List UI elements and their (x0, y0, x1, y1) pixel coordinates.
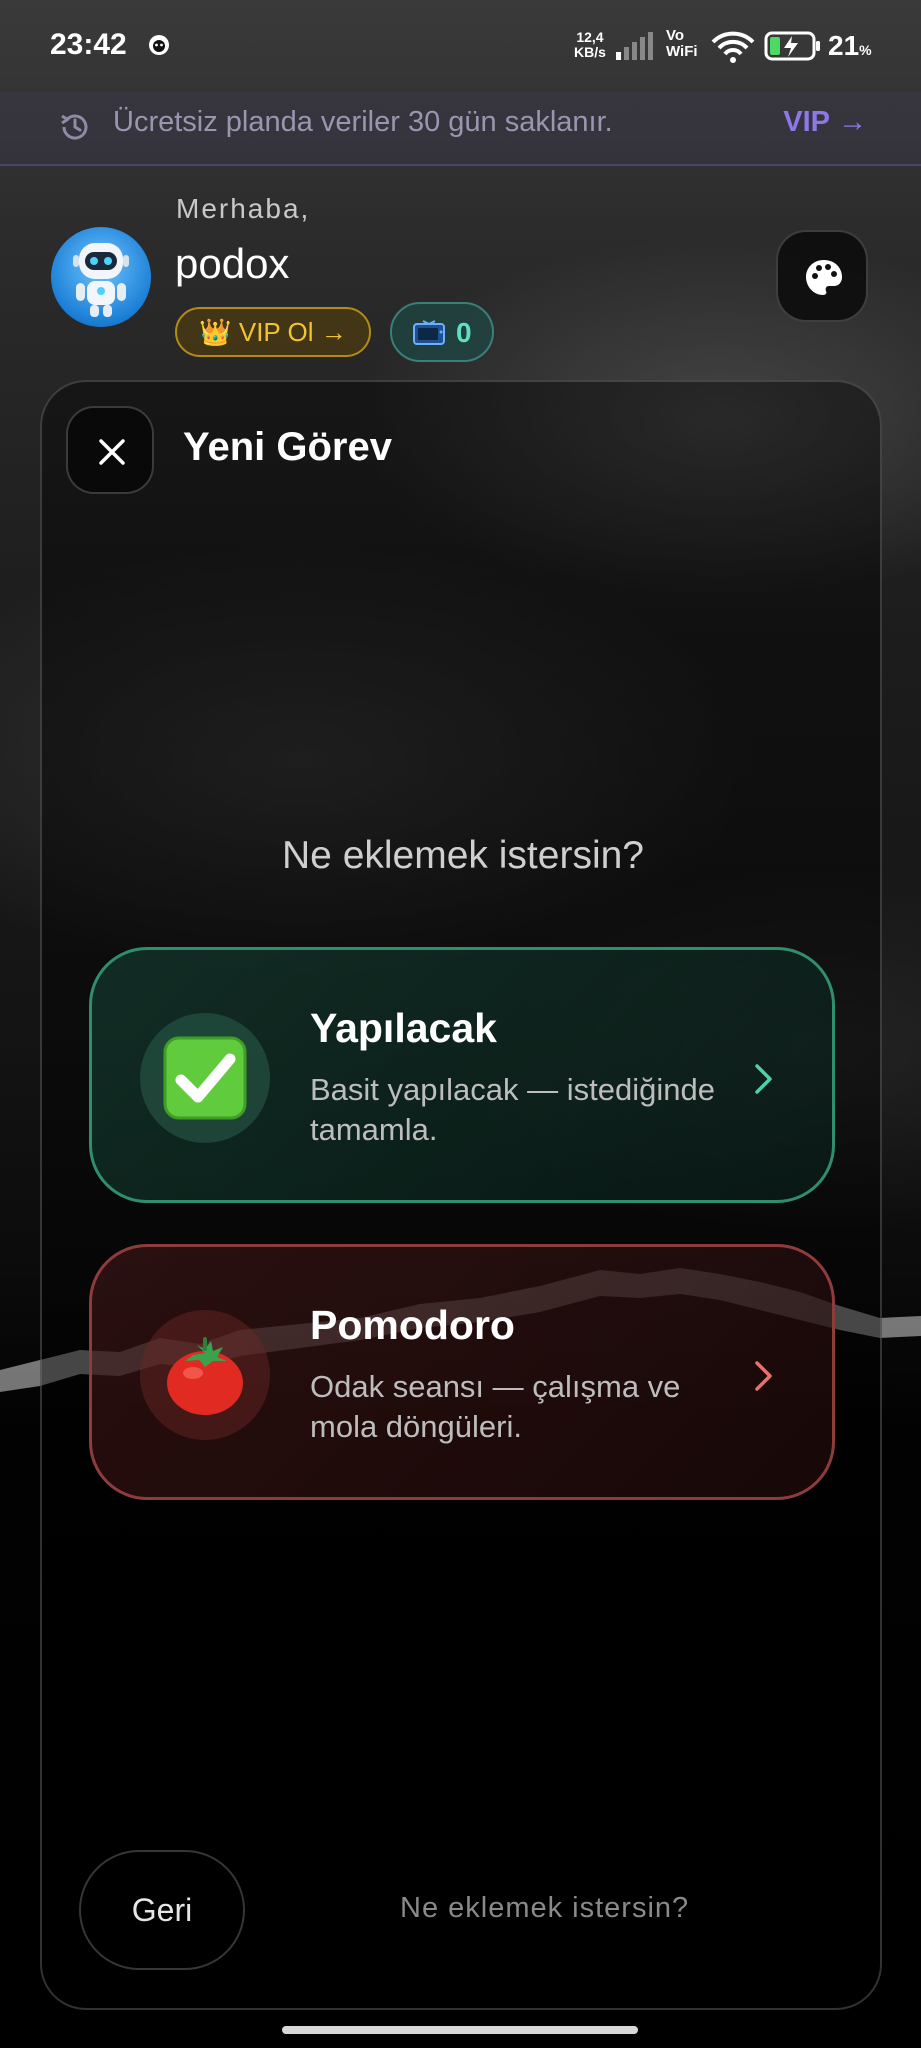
app-notification-icon (149, 35, 169, 55)
close-button[interactable] (66, 406, 154, 494)
todo-title: Yapılacak (310, 1005, 497, 1051)
footer-hint: Ne eklemek istersin? (400, 1892, 690, 1924)
network-speed-value: 12,4 (576, 29, 604, 45)
avatar[interactable] (51, 227, 151, 327)
chevron-right-icon (755, 1064, 772, 1094)
battery-level: 21% (828, 30, 872, 62)
greeting: Merhaba, (176, 193, 311, 224)
vip-upgrade-button[interactable]: 👑 VIP Ol → (175, 307, 371, 357)
pomodoro-icon-badge (140, 1310, 270, 1440)
status-bar: 23:42 12,4 KB/s Vo WiFi 21% (0, 0, 921, 92)
history-icon (61, 114, 88, 140)
pomodoro-title: Pomodoro (310, 1302, 515, 1348)
robot-avatar-icon (73, 243, 129, 317)
todo-description: Basit yapılacak — istediğinde tamamla. (310, 1072, 715, 1147)
back-button[interactable]: Geri (79, 1850, 245, 1970)
tv-icon (413, 320, 445, 345)
vowifi-line1: Vo (666, 27, 685, 44)
vip-badge-label: VIP Ol → (238, 317, 347, 347)
banner-text: Ücretsiz planda veriler 30 gün saklanır. (113, 106, 613, 138)
network-speed-unit: KB/s (574, 44, 606, 60)
home-indicator[interactable] (282, 2026, 638, 2034)
vip-link-arrow: → (838, 106, 867, 138)
wifi-icon (711, 31, 755, 63)
username: podox (175, 240, 290, 287)
retention-banner: Ücretsiz planda veriler 30 gün saklanır.… (0, 92, 921, 166)
battery-level-value: 21 (828, 30, 860, 61)
chevron-right-icon (755, 1361, 772, 1391)
tomato-icon (167, 1337, 243, 1415)
modal-title: Yeni Görev (183, 425, 392, 469)
pomodoro-option-card[interactable]: Pomodoro Odak seansı — çalışma ve mola d… (89, 1244, 835, 1500)
todo-option-card[interactable]: Yapılacak Basit yapılacak — istediğinde … (89, 947, 835, 1203)
new-task-modal: Yeni Görev Ne eklemek istersin? Yapılaca… (40, 380, 882, 2010)
close-icon (99, 439, 125, 465)
vip-link-label: VIP (783, 106, 830, 138)
network-speed: 12,4 KB/s (574, 30, 606, 60)
vip-upgrade-link[interactable]: VIP → (783, 106, 867, 139)
theme-palette-button[interactable] (776, 230, 868, 322)
question-heading: Ne eklemek istersin? (282, 834, 644, 877)
tv-reward-badge[interactable]: 0 (390, 302, 494, 362)
status-time: 23:42 (50, 28, 127, 61)
crown-icon: 👑 (199, 317, 232, 347)
todo-icon-badge (140, 1013, 270, 1143)
vowifi-indicator: Vo WiFi (666, 28, 698, 60)
check-mark-icon (163, 1036, 247, 1120)
battery-level-unit: % (859, 42, 872, 58)
vowifi-line2: WiFi (666, 43, 698, 60)
pomodoro-description: Odak seansı — çalışma ve mola döngüleri. (310, 1369, 681, 1444)
palette-icon (806, 260, 842, 295)
tv-count: 0 (456, 317, 472, 348)
battery-charging-icon (764, 31, 820, 61)
cell-signal-icon (616, 32, 653, 60)
